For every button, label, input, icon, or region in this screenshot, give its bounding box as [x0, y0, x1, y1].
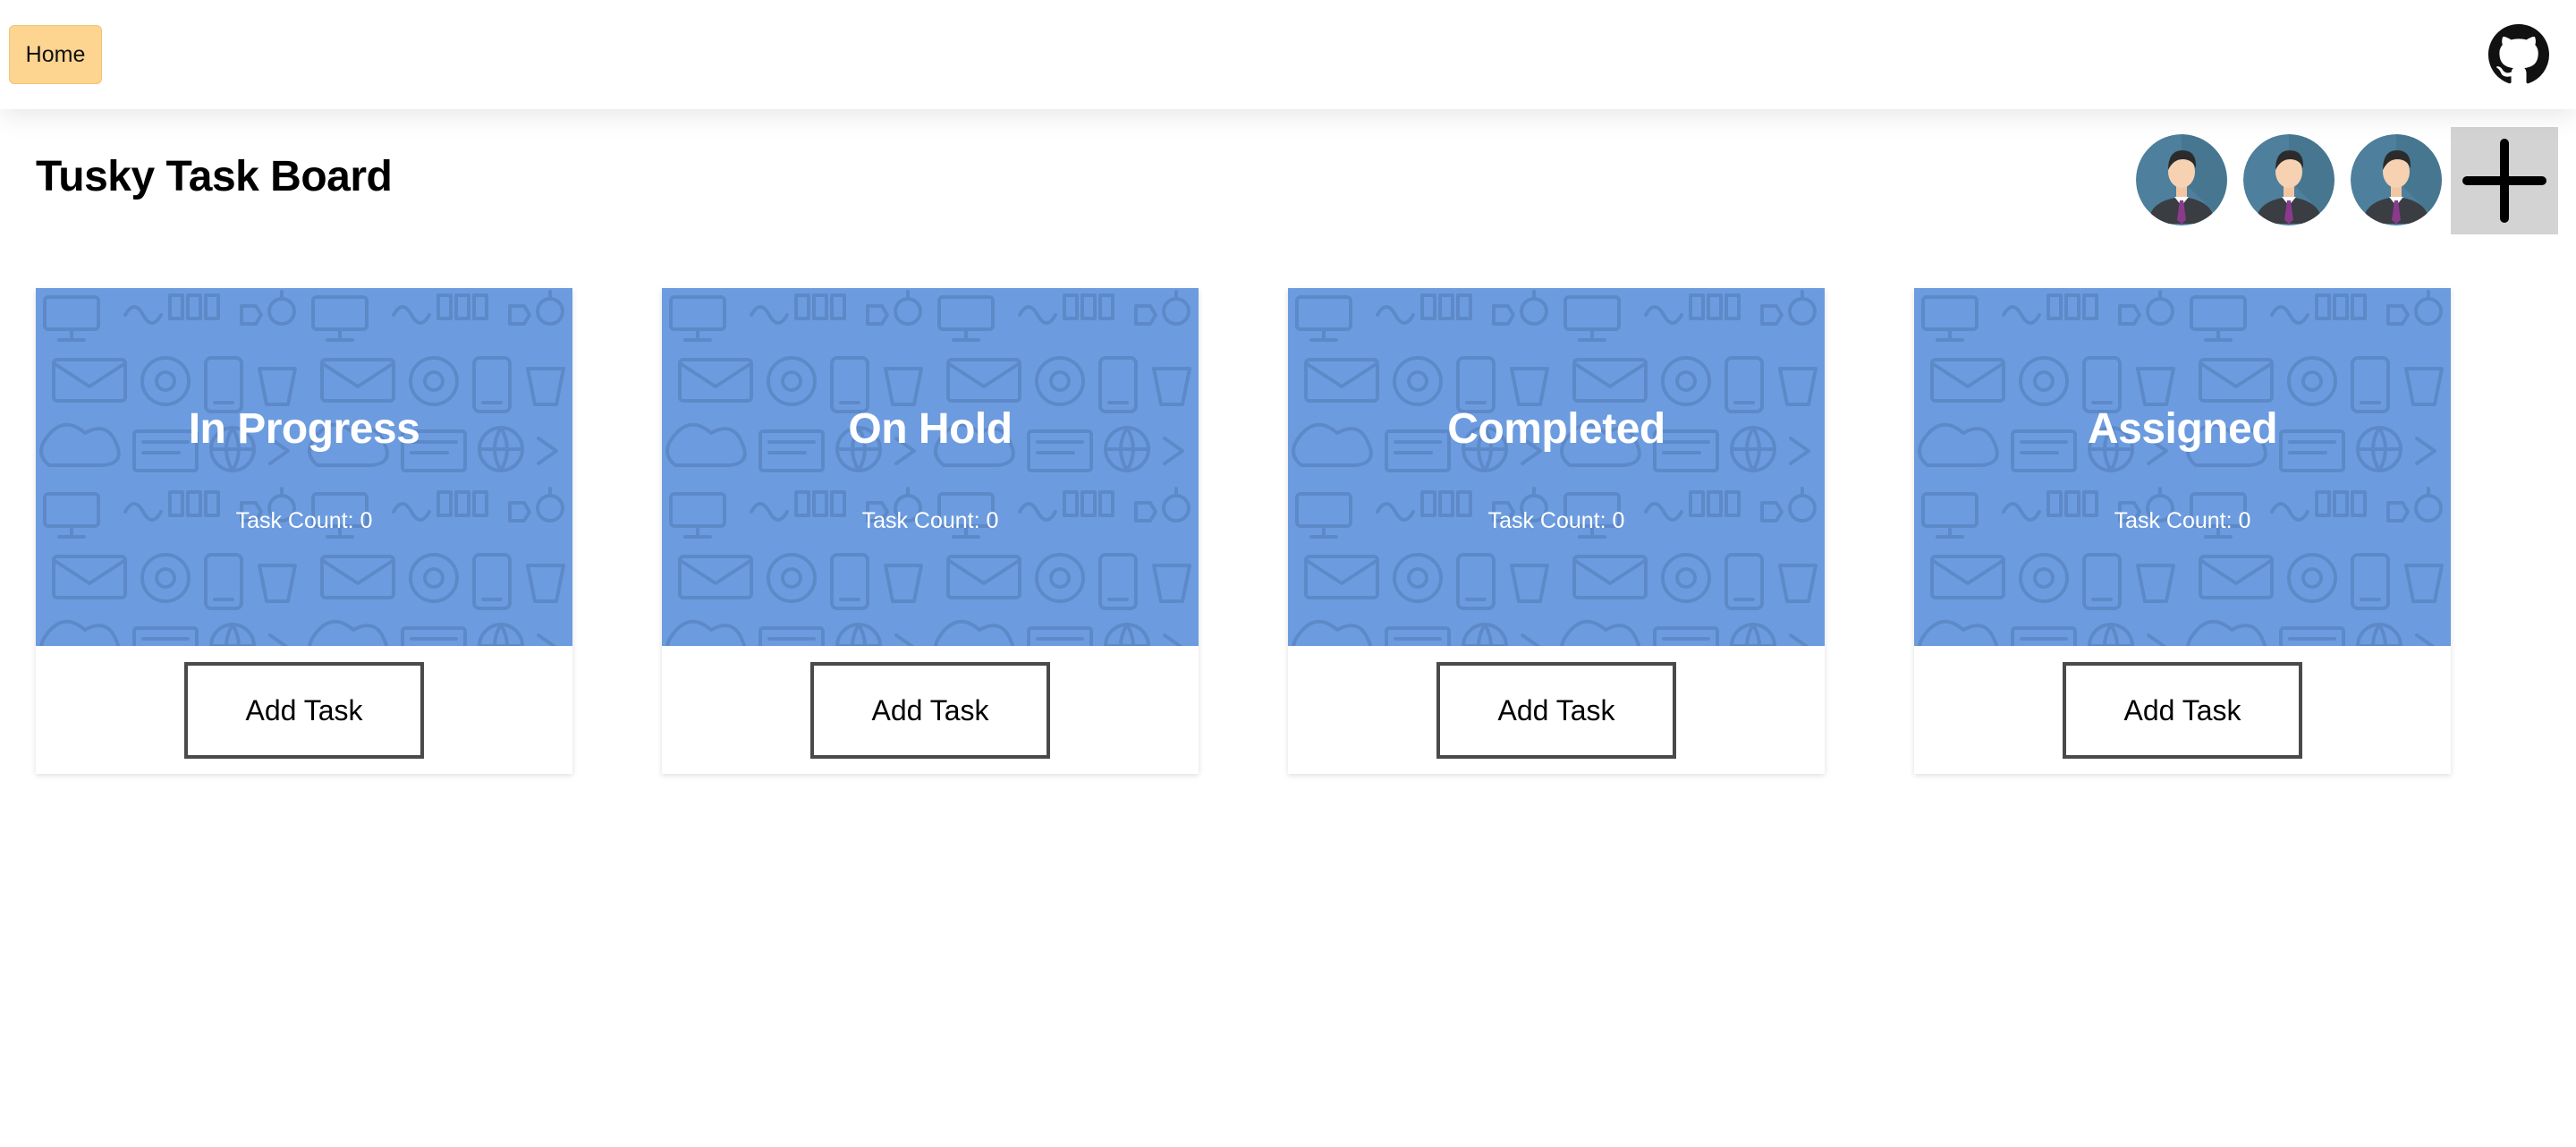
add-user-button[interactable]: [2451, 127, 2558, 234]
task-count: Task Count: 0: [2114, 508, 2251, 533]
page-title: Tusky Task Board: [36, 153, 393, 200]
column-title: Completed: [1447, 405, 1665, 453]
doodle-background: [1914, 288, 2451, 646]
column-title: Assigned: [2087, 405, 2278, 453]
add-task-button[interactable]: Add Task: [2063, 662, 2302, 759]
task-count: Task Count: 0: [1487, 508, 1625, 533]
column-header: Completed Task Count: 0: [1288, 288, 1825, 646]
top-navbar: Home: [0, 0, 2576, 109]
task-column: On Hold Task Count: 0 Add Task: [662, 288, 1199, 774]
task-column: Assigned Task Count: 0 Add Task: [1914, 288, 2451, 774]
add-task-button[interactable]: Add Task: [1436, 662, 1676, 759]
doodle-background: [36, 288, 572, 646]
avatar[interactable]: [2351, 134, 2442, 225]
task-board: In Progress Task Count: 0 Add Task On Ho…: [36, 288, 2540, 774]
task-count: Task Count: 0: [235, 508, 373, 533]
home-button[interactable]: Home: [9, 25, 102, 84]
avatar[interactable]: [2243, 134, 2334, 225]
doodle-background: [1288, 288, 1825, 646]
column-header: In Progress Task Count: 0: [36, 288, 572, 646]
doodle-background: [662, 288, 1199, 646]
plus-icon: [2462, 139, 2546, 223]
avatar[interactable]: [2136, 134, 2227, 225]
task-count: Task Count: 0: [861, 508, 999, 533]
column-title: On Hold: [848, 405, 1013, 453]
task-column: Completed Task Count: 0 Add Task: [1288, 288, 1825, 774]
task-column: In Progress Task Count: 0 Add Task: [36, 288, 572, 774]
column-header: On Hold Task Count: 0: [662, 288, 1199, 646]
add-task-button[interactable]: Add Task: [184, 662, 424, 759]
column-title: In Progress: [188, 405, 420, 453]
github-icon[interactable]: [2488, 24, 2549, 85]
column-header: Assigned Task Count: 0: [1914, 288, 2451, 646]
avatar-list: [2136, 134, 2458, 225]
add-task-button[interactable]: Add Task: [810, 662, 1050, 759]
